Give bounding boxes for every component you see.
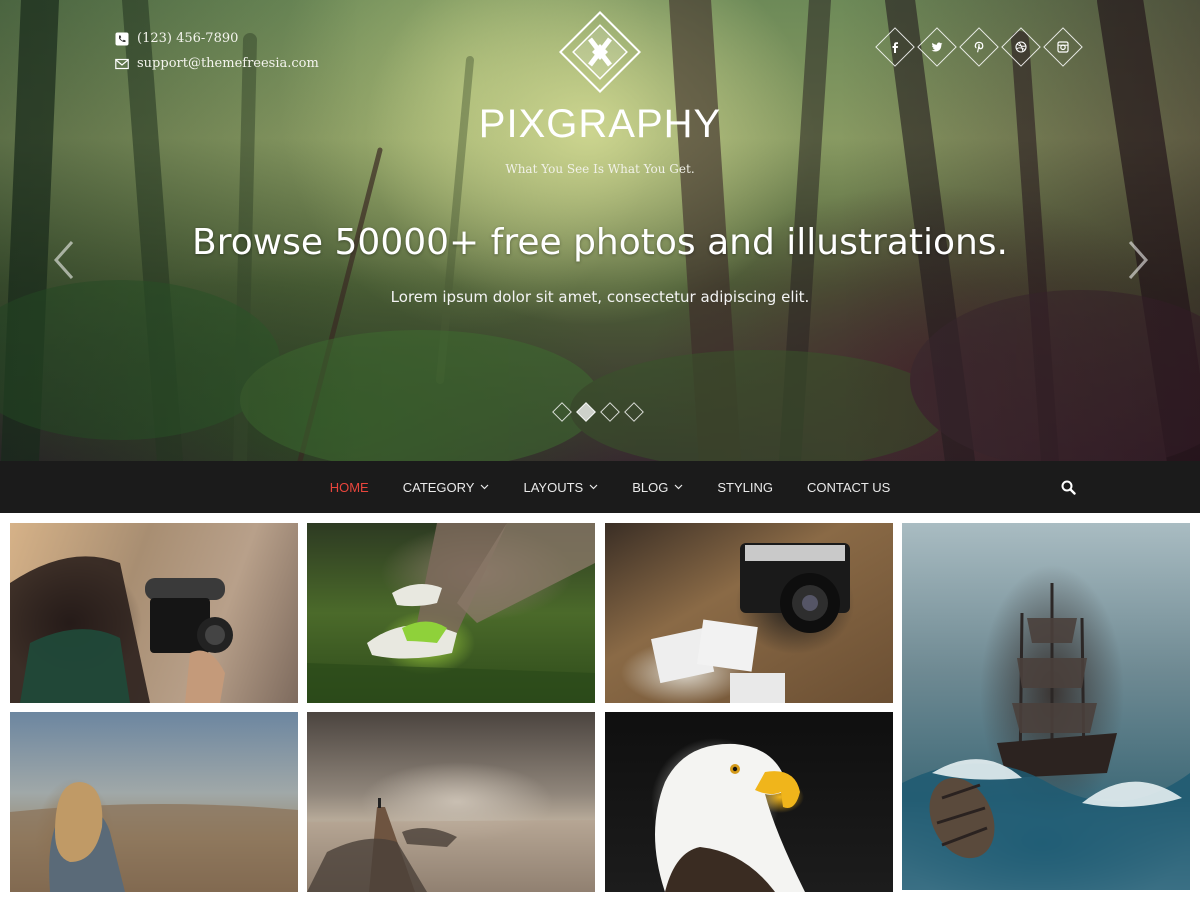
slider-dot-2[interactable] [576, 402, 596, 422]
header-email[interactable]: support@themefreesia.com [115, 56, 319, 71]
gallery-item-videographer[interactable] [10, 523, 298, 703]
dribbble-icon [1015, 41, 1027, 53]
gallery-item-woman[interactable] [10, 712, 298, 892]
slide-headline: Browse 50000+ free photos and illustrati… [192, 222, 1008, 263]
facebook-icon [892, 42, 898, 53]
nav-item-blog[interactable]: BLOG [615, 480, 700, 495]
envelope-icon [115, 58, 129, 69]
nav-item-home[interactable]: HOME [313, 480, 386, 495]
phone-icon [115, 32, 129, 45]
nav-item-category[interactable]: CATEGORY [386, 480, 507, 495]
chevron-down-icon [481, 484, 489, 490]
nav-item-styling[interactable]: STYLING [700, 480, 790, 495]
email-address: support@themefreesia.com [137, 56, 319, 71]
vintage-camera-photo [651, 543, 850, 703]
chevron-down-icon [674, 484, 683, 490]
pinterest-link[interactable] [960, 28, 998, 66]
bald-eagle-photo [655, 743, 805, 892]
instagram-link[interactable] [1044, 28, 1082, 66]
phone-number: (123) 456-7890 [137, 31, 239, 46]
instagram-icon [1057, 41, 1069, 53]
site-logo[interactable] [559, 11, 641, 93]
twitter-icon [931, 42, 943, 52]
pinterest-icon [974, 41, 984, 53]
gallery-item-camera[interactable] [605, 523, 893, 703]
site-tagline: What You See Is What You Get. [505, 162, 695, 176]
nav-item-label: CATEGORY [402, 479, 475, 495]
nav-item-label: LAYOUTS [523, 479, 584, 495]
slider-dot-3[interactable] [600, 402, 620, 422]
slider-prev-arrow[interactable] [50, 240, 80, 280]
main-navigation: HOME CATEGORY LAYOUTS BLOG STYLING CONTA… [0, 461, 1200, 513]
header-phone[interactable]: (123) 456-7890 [115, 31, 238, 46]
videographer-photo [10, 556, 233, 703]
sneakers-grass-photo [307, 523, 595, 703]
nav-item-label: HOME [329, 479, 369, 495]
dribbble-link[interactable] [1002, 28, 1040, 66]
photo-gallery [0, 513, 1200, 900]
nav-item-label: STYLING [717, 479, 773, 495]
slide-subheadline: Lorem ipsum dolor sit amet, consectetur … [390, 288, 810, 306]
nav-item-label: CONTACT US [806, 479, 891, 495]
gallery-item-eagle[interactable] [605, 712, 893, 892]
gallery-item-pier[interactable] [307, 712, 595, 892]
slider-next-arrow[interactable] [1122, 240, 1152, 280]
slider-pagination [552, 402, 644, 422]
woman-cliff-photo [10, 782, 298, 892]
search-icon[interactable] [1061, 480, 1076, 495]
social-links [876, 28, 1082, 66]
chevron-down-icon [589, 484, 598, 490]
pirate-ship-storm-photo [902, 583, 1190, 890]
twitter-link[interactable] [918, 28, 956, 66]
gallery-item-ship[interactable] [902, 523, 1190, 890]
facebook-link[interactable] [876, 28, 914, 66]
nav-item-layouts[interactable]: LAYOUTS [506, 480, 615, 495]
nav-item-label: BLOG [632, 479, 669, 495]
pier-sea-photo [307, 798, 595, 892]
gallery-item-sneakers[interactable] [307, 523, 595, 703]
slider-dot-1[interactable] [552, 402, 572, 422]
nav-item-contact-us[interactable]: CONTACT US [790, 480, 907, 495]
hero-slider: (123) 456-7890 support@themefreesia.com … [0, 0, 1200, 461]
site-title[interactable]: PIXGRAPHY [0, 102, 1200, 147]
slider-dot-4[interactable] [624, 402, 644, 422]
